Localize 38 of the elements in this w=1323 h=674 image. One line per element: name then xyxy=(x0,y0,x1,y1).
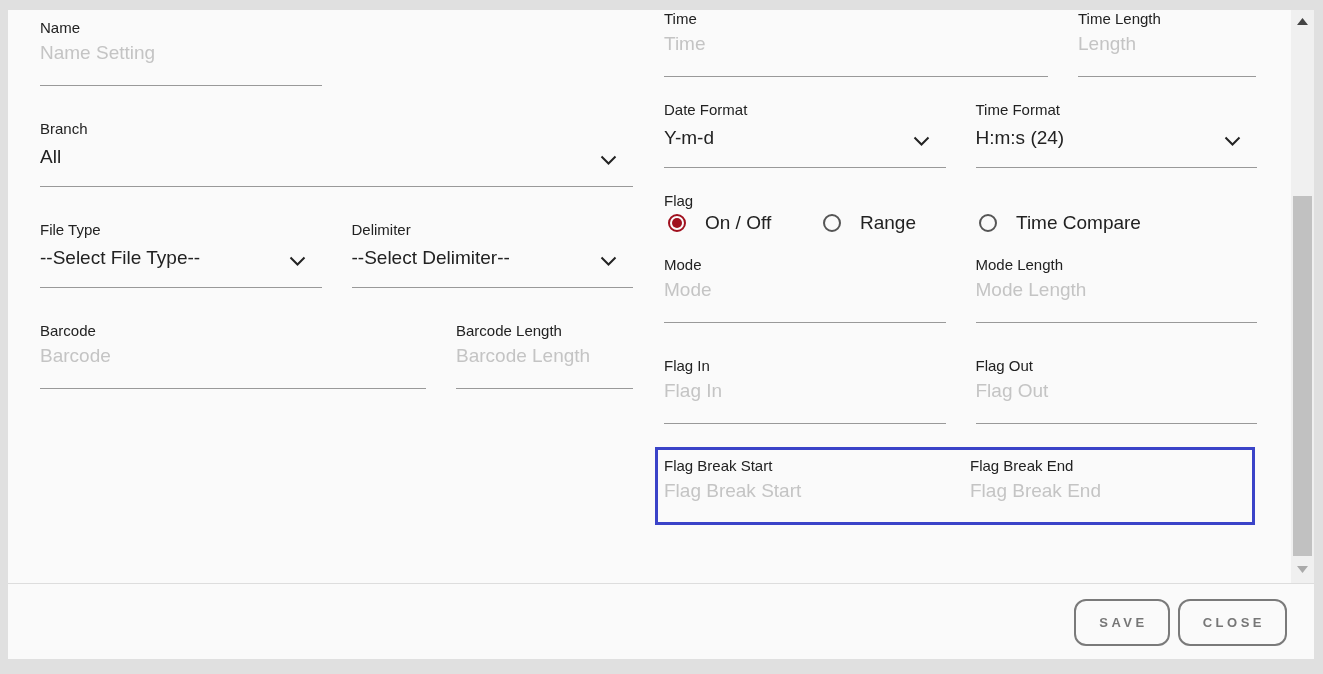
scrollbar[interactable] xyxy=(1291,10,1314,583)
radio-option[interactable]: On / Off xyxy=(668,212,772,234)
chevron-down-icon xyxy=(288,256,306,266)
field-label: Time Format xyxy=(975,101,1061,119)
scrollbar-thumb[interactable] xyxy=(1293,196,1312,556)
field-label: Mode Length xyxy=(975,256,1065,274)
field-label: Flag In xyxy=(664,357,711,375)
dropdown[interactable]: --Select File Type-- xyxy=(40,239,322,288)
radio-button[interactable] xyxy=(979,214,997,232)
chevron-down-icon xyxy=(1224,136,1241,146)
radio-button[interactable] xyxy=(668,214,686,232)
dropdown[interactable]: H:m:s (24) xyxy=(975,119,1257,168)
field-label: Time xyxy=(664,10,698,28)
field-label: Flag xyxy=(664,192,695,210)
field-label: Delimiter xyxy=(351,221,412,239)
save-button[interactable]: SAVE xyxy=(1074,599,1170,646)
radio-option[interactable]: Range xyxy=(823,212,916,234)
radio-button[interactable] xyxy=(823,214,841,232)
field-label: Date Format xyxy=(664,101,749,119)
scroll-up-arrow-icon[interactable] xyxy=(1297,18,1308,25)
dropdown[interactable]: Y-m-d xyxy=(664,119,946,168)
field-label: Mode xyxy=(664,256,703,274)
field-label: Flag Break End xyxy=(970,457,1075,475)
close-button[interactable]: CLOSE xyxy=(1177,599,1287,646)
dropdown[interactable]: All xyxy=(40,138,633,187)
chevron-down-icon xyxy=(912,136,930,146)
dropdown[interactable]: --Select Delimiter-- xyxy=(351,239,633,288)
field-label: Time Length xyxy=(1078,10,1162,28)
field-label: File Type xyxy=(40,221,102,239)
field-label: Name xyxy=(40,19,81,37)
radio-option[interactable]: Time Compare xyxy=(979,212,1141,234)
field-label: Barcode xyxy=(40,322,97,340)
chevron-down-icon xyxy=(600,256,617,266)
chevron-down-icon xyxy=(600,155,617,165)
field-label: Flag Break Start xyxy=(664,457,774,475)
field-label: Barcode Length xyxy=(456,322,563,340)
field-label: Flag Out xyxy=(975,357,1035,375)
field-label: Branch xyxy=(40,120,89,138)
